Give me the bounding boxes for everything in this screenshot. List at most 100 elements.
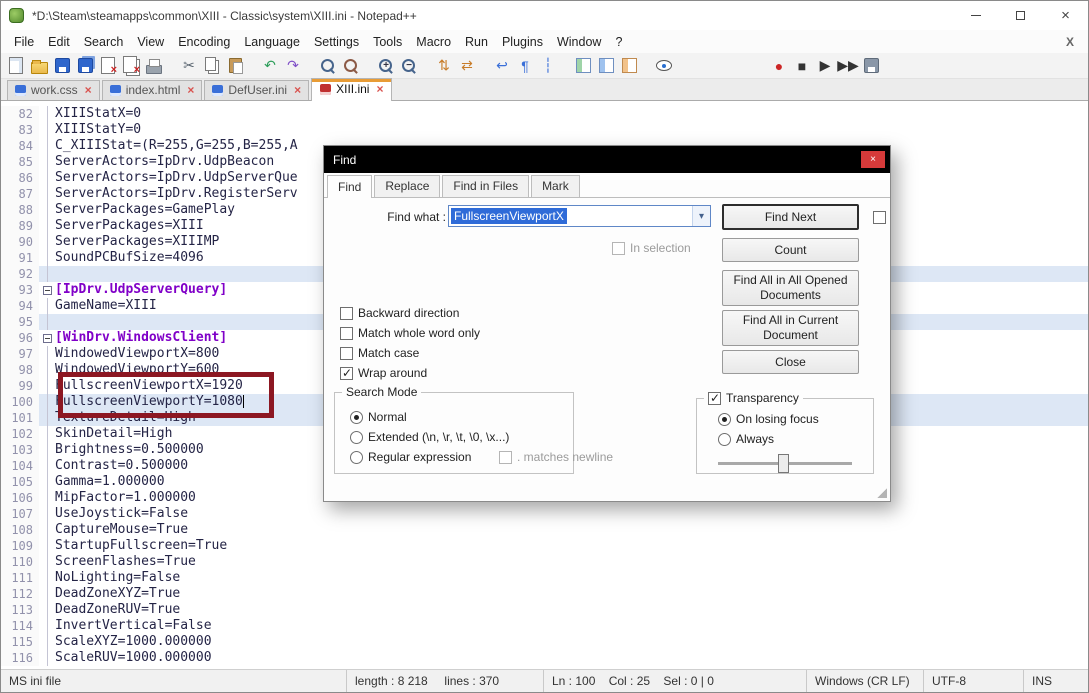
- tab-index-html[interactable]: index.html ×: [101, 80, 203, 100]
- sync-horizontal-scroll-icon[interactable]: ⇄: [457, 56, 477, 76]
- maximize-button[interactable]: [998, 1, 1043, 30]
- fold-margin[interactable]: [39, 234, 55, 250]
- menu-search[interactable]: Search: [77, 32, 131, 52]
- tab-close-icon[interactable]: ×: [187, 84, 194, 96]
- find-what-combobox[interactable]: FullscreenViewportX: [448, 205, 711, 227]
- line-text[interactable]: ScaleXYZ=1000.000000: [55, 634, 212, 650]
- fold-margin[interactable]: [39, 330, 55, 346]
- line-text[interactable]: NoLighting=False: [55, 570, 180, 586]
- line-text[interactable]: CaptureMouse=True: [55, 522, 188, 538]
- line-number[interactable]: 89: [1, 218, 39, 234]
- tab-defuser-ini[interactable]: DefUser.ini ×: [204, 80, 310, 100]
- line-number[interactable]: 102: [1, 426, 39, 442]
- fold-margin[interactable]: [39, 298, 55, 314]
- line-number[interactable]: 101: [1, 410, 39, 426]
- close-all-files-icon[interactable]: [121, 56, 141, 76]
- line-text[interactable]: DeadZoneXYZ=True: [55, 586, 180, 602]
- line-number[interactable]: 115: [1, 634, 39, 650]
- save-all-icon[interactable]: [75, 56, 95, 76]
- fold-margin[interactable]: [39, 122, 55, 138]
- menu-encoding[interactable]: Encoding: [171, 32, 237, 52]
- zoom-in-icon[interactable]: +: [376, 56, 396, 76]
- find-dialog-tab-find[interactable]: Find: [327, 175, 373, 198]
- fold-margin[interactable]: [39, 474, 55, 490]
- line-text[interactable]: GameName=XIII: [55, 298, 157, 314]
- fold-margin[interactable]: [39, 282, 55, 298]
- line-number[interactable]: 93: [1, 282, 39, 298]
- menu-plugins[interactable]: Plugins: [495, 32, 550, 52]
- fold-margin[interactable]: [39, 602, 55, 618]
- find-icon[interactable]: [318, 56, 338, 76]
- fold-margin[interactable]: [39, 618, 55, 634]
- cut-icon[interactable]: ✂: [179, 56, 199, 76]
- transparency-checkbox[interactable]: Transparency: [704, 391, 803, 405]
- line-text[interactable]: ServerActors=IpDrv.UdpBeacon: [55, 154, 274, 170]
- fold-margin[interactable]: [39, 378, 55, 394]
- resize-grip[interactable]: [877, 488, 887, 498]
- minimize-button[interactable]: [953, 1, 998, 30]
- line-number[interactable]: 87: [1, 186, 39, 202]
- menu-help[interactable]: ?: [608, 32, 629, 52]
- fold-collapse-icon[interactable]: [42, 285, 52, 295]
- transparency-always-radio[interactable]: Always: [718, 432, 774, 446]
- sync-vertical-scroll-icon[interactable]: ⇅: [434, 56, 454, 76]
- document-switcher-icon[interactable]: [619, 56, 639, 76]
- paste-icon[interactable]: [225, 56, 245, 76]
- fold-margin[interactable]: [39, 522, 55, 538]
- menu-edit[interactable]: Edit: [41, 32, 77, 52]
- line-text[interactable]: TextureDetail=High: [55, 410, 196, 426]
- line-number[interactable]: 82: [1, 106, 39, 122]
- save-macro-icon[interactable]: [861, 56, 881, 76]
- menu-macro[interactable]: Macro: [409, 32, 458, 52]
- line-text[interactable]: ServerPackages=XIIIMP: [55, 234, 219, 250]
- show-all-characters-icon[interactable]: ¶: [515, 56, 535, 76]
- line-text[interactable]: XIIIStatX=0: [55, 106, 141, 122]
- line-number[interactable]: 86: [1, 170, 39, 186]
- line-text[interactable]: DeadZoneRUV=True: [55, 602, 180, 618]
- line-text[interactable]: FullscreenViewportX=1920: [55, 378, 243, 394]
- line-text[interactable]: [IpDrv.UdpServerQuery]: [55, 282, 227, 298]
- find-all-opened-button[interactable]: Find All in All Opened Documents: [722, 270, 859, 306]
- find-next-button[interactable]: Find Next: [722, 204, 859, 230]
- fold-margin[interactable]: [39, 106, 55, 122]
- print-icon[interactable]: [144, 56, 164, 76]
- monitoring-icon[interactable]: [654, 56, 674, 76]
- two-buttons-mode-checkbox[interactable]: [873, 210, 886, 224]
- line-text[interactable]: Gamma=1.000000: [55, 474, 165, 490]
- tab-close-icon[interactable]: ×: [85, 84, 92, 96]
- line-number[interactable]: 83: [1, 122, 39, 138]
- line-number[interactable]: 107: [1, 506, 39, 522]
- line-number[interactable]: 110: [1, 554, 39, 570]
- new-file-icon[interactable]: [6, 56, 26, 76]
- line-number[interactable]: 95: [1, 314, 39, 330]
- matches-newline-checkbox[interactable]: . matches newline: [499, 450, 613, 464]
- fold-margin[interactable]: [39, 506, 55, 522]
- find-dialog-title-bar[interactable]: Find: [324, 146, 890, 173]
- tab-work-css[interactable]: work.css ×: [7, 80, 100, 100]
- match-case-checkbox[interactable]: Match case: [340, 346, 419, 360]
- line-number[interactable]: 108: [1, 522, 39, 538]
- line-number[interactable]: 114: [1, 618, 39, 634]
- close-document-button[interactable]: X: [1060, 35, 1088, 49]
- close-dialog-button[interactable]: Close: [722, 350, 859, 374]
- line-text[interactable]: UseJoystick=False: [55, 506, 188, 522]
- fold-margin[interactable]: [39, 202, 55, 218]
- line-text[interactable]: InvertVertical=False: [55, 618, 212, 634]
- line-number[interactable]: 109: [1, 538, 39, 554]
- line-text[interactable]: WindowedViewportX=800: [55, 346, 219, 362]
- fold-margin[interactable]: [39, 490, 55, 506]
- redo-icon[interactable]: ↷: [283, 56, 303, 76]
- line-text[interactable]: SoundPCBufSize=4096: [55, 250, 204, 266]
- save-icon[interactable]: [52, 56, 72, 76]
- line-text[interactable]: ServerPackages=GamePlay: [55, 202, 235, 218]
- fold-margin[interactable]: [39, 426, 55, 442]
- menu-view[interactable]: View: [130, 32, 171, 52]
- line-text[interactable]: ScreenFlashes=True: [55, 554, 196, 570]
- line-number[interactable]: 92: [1, 266, 39, 282]
- undo-icon[interactable]: ↶: [260, 56, 280, 76]
- fold-margin[interactable]: [39, 394, 55, 410]
- stop-macro-icon[interactable]: ■: [792, 56, 812, 76]
- line-number[interactable]: 97: [1, 346, 39, 362]
- replace-icon[interactable]: [341, 56, 361, 76]
- fold-margin[interactable]: [39, 570, 55, 586]
